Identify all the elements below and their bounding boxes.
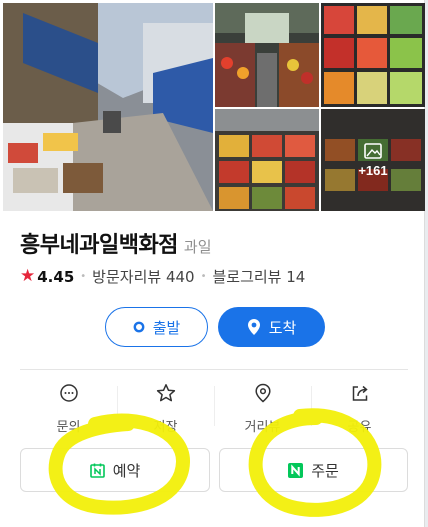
visitor-review-link[interactable]: 방문자리뷰 440 xyxy=(92,266,194,287)
place-category: 과일 xyxy=(183,238,212,256)
arrive-button[interactable]: 도착 xyxy=(218,307,325,347)
blog-review-link[interactable]: 블로그리뷰 14 xyxy=(212,266,305,287)
arrive-label: 도착 xyxy=(268,318,297,337)
photo-main-street[interactable] xyxy=(3,3,213,211)
depart-button[interactable]: 출발 xyxy=(105,307,208,347)
action-row: 문의 저장 거리뷰 공유 xyxy=(20,380,408,436)
naver-booking-icon xyxy=(89,463,105,478)
depart-label: 출발 xyxy=(152,318,181,337)
order-label: 주문 xyxy=(311,461,339,480)
rating-star-icon: ★ xyxy=(20,266,36,286)
share-label: 공유 xyxy=(347,420,372,435)
order-button[interactable]: 주문 xyxy=(219,448,408,492)
save-label: 저장 xyxy=(153,420,178,435)
chat-icon xyxy=(59,383,79,407)
star-outline-icon xyxy=(156,383,176,407)
street-view-button[interactable]: 거리뷰 xyxy=(214,380,311,436)
save-button[interactable]: 저장 xyxy=(117,380,214,436)
photo-grid: +161 xyxy=(3,3,425,211)
rating-score: 4.45 xyxy=(37,267,75,286)
naver-order-icon xyxy=(288,462,304,478)
photo-fruit-boxes[interactable] xyxy=(321,3,425,107)
title-row: 흥부네과일백화점 과일 xyxy=(20,227,212,259)
photo-store-interior[interactable] xyxy=(215,3,319,107)
street-view-label: 거리뷰 xyxy=(244,420,281,435)
reserve-label: 예약 xyxy=(112,461,141,480)
destination-pin-icon xyxy=(247,318,261,336)
gallery-icon xyxy=(364,142,382,159)
reserve-button[interactable]: 예약 xyxy=(20,448,210,492)
share-icon xyxy=(350,383,370,407)
rating-row: ★ 4.45 • 방문자리뷰 440 • 블로그리뷰 14 xyxy=(20,266,305,287)
separator-dot: • xyxy=(80,271,87,282)
share-button[interactable]: 공유 xyxy=(311,380,408,436)
photo-fruit-display[interactable] xyxy=(215,109,319,211)
photo-more[interactable]: +161 xyxy=(321,109,425,211)
separator-dot: • xyxy=(200,271,207,282)
location-pin-icon xyxy=(254,383,272,407)
inquiry-label: 문의 xyxy=(56,420,81,435)
section-divider xyxy=(20,369,408,370)
more-photos-overlay[interactable]: +161 xyxy=(321,109,425,211)
origin-circle-icon xyxy=(133,321,145,333)
inquiry-button[interactable]: 문의 xyxy=(20,380,117,436)
place-card: +161 흥부네과일백화점 과일 ★ 4.45 • 방문자리뷰 440 • 블로… xyxy=(0,0,425,527)
place-title: 흥부네과일백화점 xyxy=(20,233,178,258)
more-photos-count: +161 xyxy=(358,162,388,178)
